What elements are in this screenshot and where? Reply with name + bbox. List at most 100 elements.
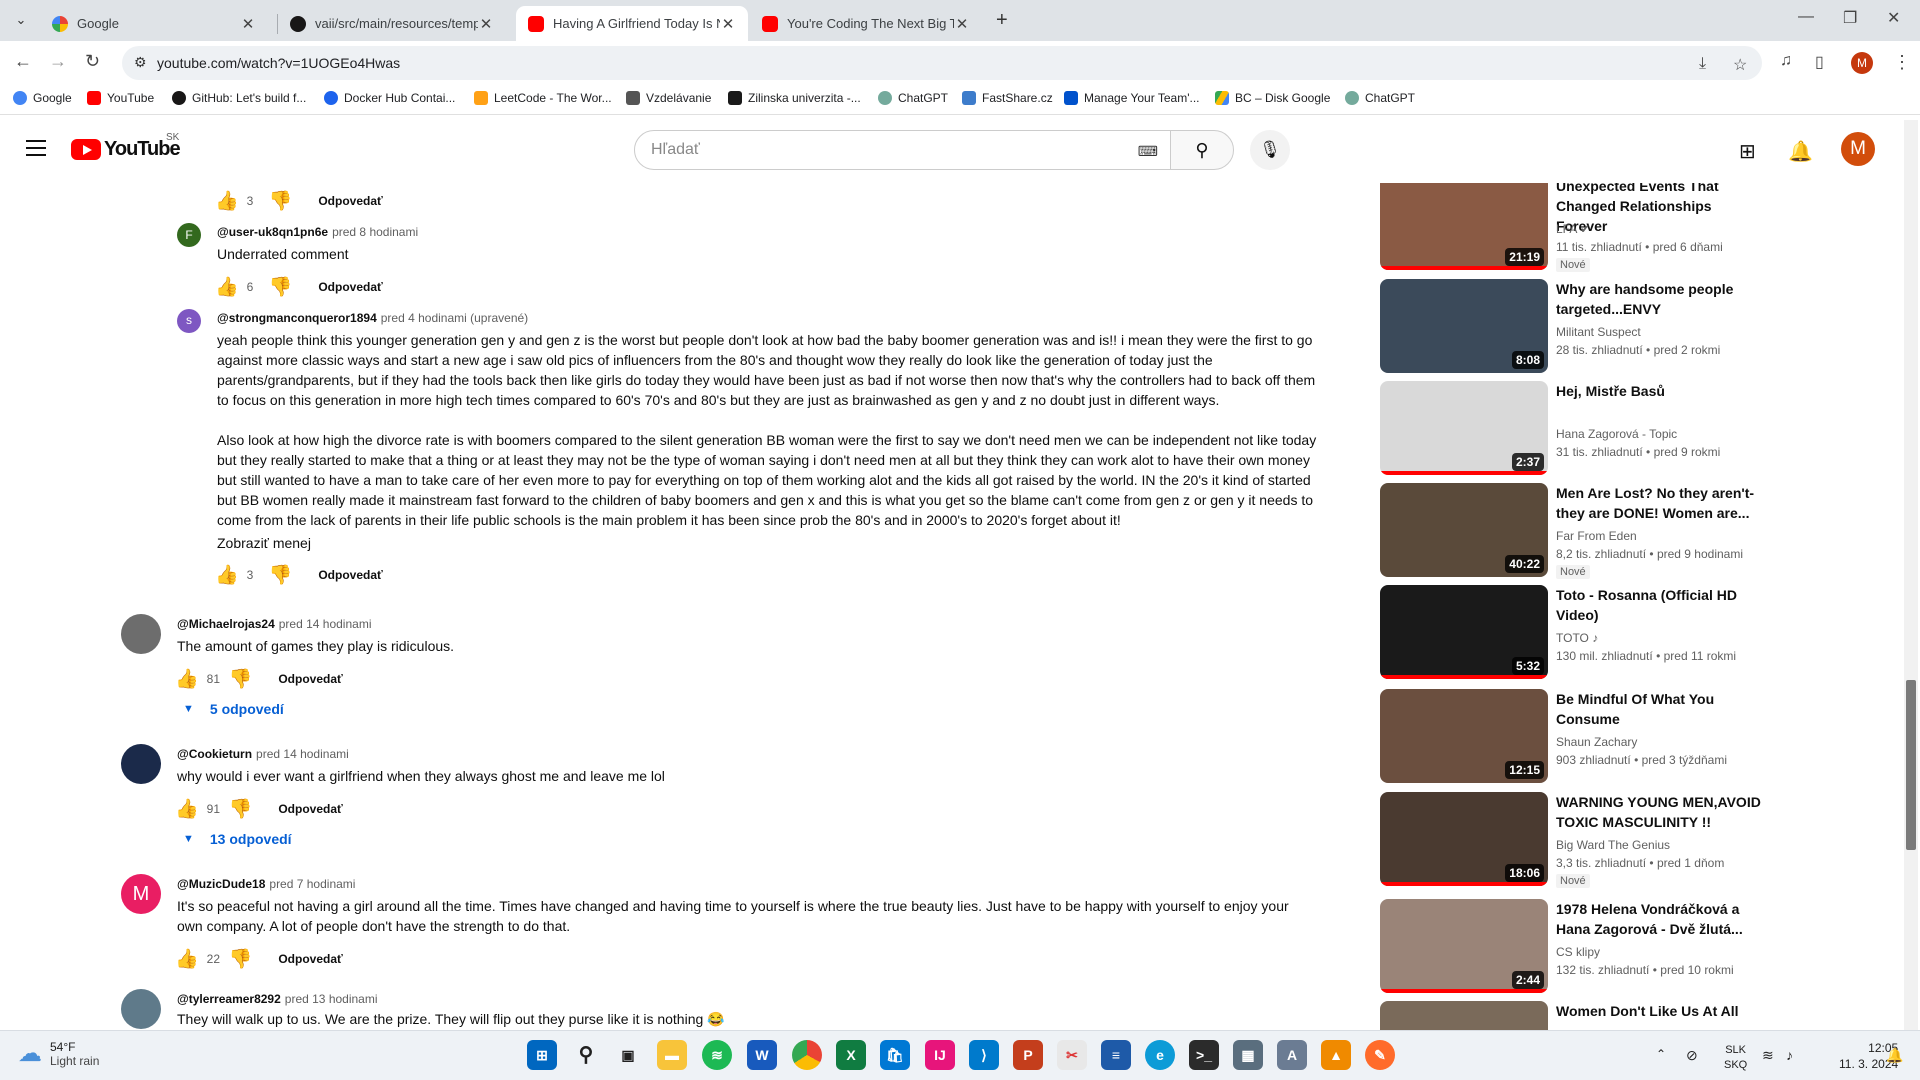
tab-youtube-2[interactable]: You're Coding The Next Big Thi ✕ [750, 6, 982, 41]
video-thumbnail[interactable] [1380, 1001, 1548, 1030]
bookmark-google-drive[interactable]: BC – Disk Google [1215, 91, 1330, 105]
video-title[interactable]: Be Mindful Of What You Consume [1556, 689, 1766, 729]
side-panel-icon[interactable]: ▯ [1815, 52, 1824, 72]
channel-name[interactable]: LFA ✔ [1556, 222, 1590, 236]
recommended-video[interactable]: 40:22 Men Are Lost? No they aren't- they … [1380, 483, 1910, 579]
network-status-icon[interactable]: ⊘ [1686, 1047, 1698, 1064]
scrollbar-thumb[interactable] [1906, 680, 1916, 850]
comment-time[interactable]: pred 13 hodinami [285, 992, 378, 1006]
notepad-icon[interactable]: ≡ [1101, 1040, 1131, 1070]
comment-author[interactable]: @user-uk8qn1pn6e [217, 225, 328, 239]
dislike-icon[interactable]: 👎 [229, 667, 253, 691]
video-title[interactable]: Toto - Rosanna (Official HD Video) [1556, 585, 1766, 625]
tab-search-icon[interactable]: ⌄ [10, 9, 32, 31]
volume-icon[interactable]: ♪ [1786, 1047, 1793, 1063]
forward-icon[interactable]: → [49, 51, 67, 72]
recommended-video[interactable]: 18:06 WARNING YOUNG MEN,AVOID TOXIC MASCU… [1380, 792, 1910, 888]
dislike-icon[interactable]: 👎 [229, 947, 253, 971]
channel-name[interactable]: Far From Eden [1556, 529, 1637, 543]
recommended-video[interactable]: 2:44 1978 Helena Vondráčková a Hana Zagor… [1380, 899, 1910, 995]
view-replies-button[interactable]: ▼ 5 odpovedí [183, 701, 284, 717]
video-thumbnail[interactable]: 18:06 [1380, 792, 1548, 886]
channel-name[interactable]: Hana Zagorová - Topic [1556, 427, 1677, 441]
like-icon[interactable]: 👍 [175, 667, 199, 691]
postman-icon[interactable]: ✎ [1365, 1040, 1395, 1070]
recommended-video[interactable]: 5:32 Toto - Rosanna (Official HD Video) TO… [1380, 585, 1910, 681]
show-hidden-icons-icon[interactable]: ⌃ [1656, 1047, 1666, 1061]
tab-github[interactable]: vaii/src/main/resources/templa ✕ [278, 6, 506, 41]
dislike-icon[interactable]: 👎 [269, 189, 293, 213]
task-view-icon[interactable]: ▣ [613, 1040, 643, 1070]
bookmark-chatgpt-2[interactable]: ChatGPT [1345, 91, 1415, 105]
bookmark-leetcode[interactable]: LeetCode - The Wor... [474, 91, 612, 105]
video-thumbnail[interactable]: 8:08 [1380, 279, 1548, 373]
browser-menu-icon[interactable]: ⋮ [1893, 52, 1911, 73]
guide-menu-icon[interactable] [26, 140, 46, 161]
video-thumbnail[interactable]: 12:15 [1380, 689, 1548, 783]
media-control-icon[interactable]: ♫ [1780, 52, 1792, 70]
video-title[interactable]: Hej, Mistře Basů [1556, 381, 1766, 401]
recommended-video[interactable]: 8:08 Why are handsome people targeted...E… [1380, 279, 1910, 375]
new-tab-icon[interactable]: + [996, 9, 1008, 32]
tab-google[interactable]: Google ✕ [40, 6, 268, 41]
video-title[interactable]: Men Are Lost? No they aren't- they are D… [1556, 483, 1766, 523]
close-tab-icon[interactable]: ✕ [478, 15, 494, 33]
bookmark-fastshare[interactable]: FastShare.cz [962, 91, 1053, 105]
restore-icon[interactable]: ❐ [1843, 8, 1857, 28]
calculator-icon[interactable]: ▦ [1233, 1040, 1263, 1070]
voice-search-button[interactable]: 🎙 [1250, 130, 1290, 170]
comment-time[interactable]: pred 14 hodinami [256, 747, 349, 761]
like-icon[interactable]: 👍 [175, 947, 199, 971]
notifications-bell-icon[interactable]: 🔔 [1788, 139, 1813, 164]
channel-name[interactable]: Shaun Zachary [1556, 735, 1637, 749]
bookmark-trello[interactable]: Manage Your Team'... [1064, 91, 1199, 105]
channel-name[interactable]: Big Ward The Genius [1556, 838, 1670, 852]
video-thumbnail[interactable]: 21:19 [1380, 183, 1548, 270]
comment-author[interactable]: @Cookieturn [177, 747, 252, 761]
tab-youtube-active[interactable]: Having A Girlfriend Today Is No ✕ [516, 6, 748, 41]
vscode-icon[interactable]: ⟩ [969, 1040, 999, 1070]
language-bar-icon[interactable]: A [1277, 1040, 1307, 1070]
comment-author[interactable]: @strongmanconqueror1894 [217, 311, 377, 325]
excel-icon[interactable]: X [836, 1040, 866, 1070]
chrome-icon[interactable] [792, 1040, 822, 1070]
channel-name[interactable]: TOTO ♪ [1556, 631, 1598, 645]
url-text[interactable]: youtube.com/watch?v=1UOGEo4Hwas [157, 55, 400, 71]
back-icon[interactable]: ← [14, 51, 32, 72]
video-title[interactable]: WARNING YOUNG MEN,AVOID TOXIC MASCULINIT… [1556, 792, 1766, 832]
like-icon[interactable]: 👍 [215, 563, 239, 587]
reply-button[interactable]: Odpovedať [278, 672, 342, 686]
search-icon[interactable]: ⚲ [571, 1040, 601, 1070]
word-icon[interactable]: W [747, 1040, 777, 1070]
recommended-video[interactable]: Women Don't Like Us At All [1380, 1001, 1910, 1030]
terminal-icon[interactable]: >_ [1189, 1040, 1219, 1070]
like-icon[interactable]: 👍 [215, 275, 239, 299]
close-window-icon[interactable]: ✕ [1887, 8, 1900, 28]
video-title[interactable]: Why are handsome people targeted...ENVY [1556, 279, 1766, 319]
account-avatar[interactable]: M [1841, 132, 1875, 166]
dislike-icon[interactable]: 👎 [269, 563, 293, 587]
bookmark-youtube[interactable]: YouTube [87, 91, 154, 105]
site-info-icon[interactable]: ⚙ [134, 54, 147, 71]
minimize-icon[interactable]: — [1798, 8, 1814, 26]
page-scrollbar[interactable] [1904, 120, 1918, 1030]
powerpoint-icon[interactable]: P [1013, 1040, 1043, 1070]
comment-author[interactable]: @MuzicDude18 [177, 877, 265, 891]
bookmark-docker[interactable]: Docker Hub Contai... [324, 91, 455, 105]
reply-button[interactable]: Odpovedať [278, 952, 342, 966]
video-title[interactable]: Women Don't Like Us At All [1556, 1001, 1766, 1021]
recommended-video[interactable]: 2:37 Hej, Mistře Basů Hana Zagorová - Topi… [1380, 381, 1910, 477]
keyboard-icon[interactable]: ⌨ [1138, 143, 1158, 160]
like-icon[interactable]: 👍 [215, 189, 239, 213]
bookmark-google[interactable]: Google [13, 91, 72, 105]
view-replies-button[interactable]: ▼ 13 odpovedí [183, 831, 292, 847]
notification-bell-icon[interactable]: 🔔 [1886, 1047, 1903, 1064]
channel-name[interactable]: CS klipy [1556, 945, 1600, 959]
reload-icon[interactable]: ↻ [85, 51, 100, 72]
store-icon[interactable]: 🛍 [880, 1040, 910, 1070]
comment-time[interactable]: pred 8 hodinami [332, 225, 418, 239]
recommended-video[interactable]: 21:19 Unexpected Events That Changed Rela… [1380, 183, 1910, 272]
start-windows-icon[interactable]: ⊞ [527, 1040, 557, 1070]
weather-widget[interactable]: ☁ 54°F Light rain [18, 1039, 99, 1068]
reply-button[interactable]: Odpovedať [278, 802, 342, 816]
